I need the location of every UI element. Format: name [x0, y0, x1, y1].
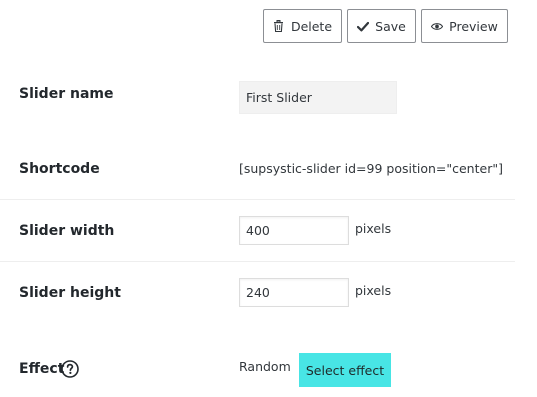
slider-name-value: First Slider [246, 90, 312, 105]
checkmark-icon [357, 20, 370, 32]
select-effect-button[interactable]: Select effect [299, 353, 391, 387]
slider-width-input[interactable]: 400 [239, 216, 349, 245]
effect-current-value: Random [239, 359, 291, 374]
preview-button[interactable]: Preview [421, 9, 508, 43]
row-divider [0, 199, 515, 200]
slider-height-unit: pixels [355, 283, 392, 298]
question-circle-icon[interactable] [61, 360, 79, 378]
slider-height-input[interactable]: 240 [239, 278, 349, 307]
shortcode-label: Shortcode [19, 161, 100, 177]
slider-name-input[interactable]: First Slider [239, 81, 397, 114]
slider-width-unit: pixels [355, 221, 392, 236]
trash-icon [273, 20, 285, 32]
delete-button-label: Delete [290, 18, 333, 34]
effect-label: Effect [19, 361, 65, 377]
shortcode-value: [supsystic-slider id=99 position="center… [239, 161, 503, 176]
delete-button[interactable]: Delete [263, 9, 342, 43]
slider-height-label: Slider height [19, 285, 121, 301]
eye-icon [431, 20, 444, 32]
select-effect-button-label: Select effect [305, 362, 385, 378]
slider-width-label: Slider width [19, 223, 115, 239]
save-button-label: Save [375, 18, 406, 34]
preview-button-label: Preview [449, 18, 498, 34]
save-button[interactable]: Save [347, 9, 416, 43]
row-divider [0, 261, 515, 262]
slider-height-value: 240 [246, 285, 270, 300]
slider-name-label: Slider name [19, 86, 114, 102]
slider-width-value: 400 [246, 223, 270, 238]
